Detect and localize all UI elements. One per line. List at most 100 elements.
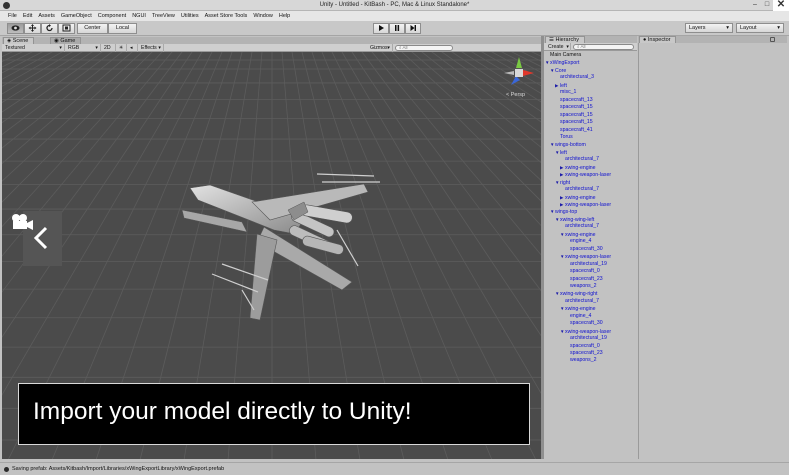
move-icon[interactable] xyxy=(24,23,41,34)
tab-hierarchy[interactable]: ☰ Hierarchy xyxy=(545,36,586,43)
hierarchy-item-label: spacecraft_15 xyxy=(560,104,593,111)
menu-file[interactable]: File xyxy=(5,11,20,21)
menu-treeview[interactable]: TreeView xyxy=(149,11,178,21)
pivot-local-button[interactable]: Local xyxy=(108,23,137,34)
step-icon[interactable] xyxy=(405,23,421,34)
hierarchy-item[interactable]: ▼xwing-weapon-laser xyxy=(560,328,611,335)
menu-assets[interactable]: Assets xyxy=(35,11,58,21)
lighting-toggle[interactable]: ✳ xyxy=(116,44,127,52)
hierarchy-item[interactable]: ▶ xwing-weapon-laser xyxy=(560,171,611,178)
hierarchy-item[interactable]: ▶ xwing-engine xyxy=(560,164,596,171)
hierarchy-item[interactable]: spacecraft_30 xyxy=(570,320,603,327)
hierarchy-item[interactable]: weapons_2 xyxy=(570,283,597,290)
hierarchy-item[interactable]: architectural_3 xyxy=(560,74,594,81)
search-icon: ⌕ xyxy=(577,44,580,49)
hierarchy-item[interactable]: Main Camera xyxy=(550,52,581,59)
hierarchy-item[interactable]: ▼xwing-engine xyxy=(560,305,596,312)
shading-mode-dropdown[interactable]: Textured ▾ xyxy=(2,44,65,52)
audio-toggle[interactable]: ◂ xyxy=(127,44,138,52)
hierarchy-item[interactable]: spacecraft_30 xyxy=(570,246,603,253)
search-icon: ⌕ xyxy=(399,45,402,50)
hierarchy-item-label: xwing-weapon-laser xyxy=(565,202,612,208)
minimize-button[interactable]: – xyxy=(749,0,761,11)
hierarchy-item[interactable]: architectural_7 xyxy=(565,223,599,230)
menu-ngui[interactable]: NGUI xyxy=(129,11,149,21)
hand-icon[interactable] xyxy=(7,23,24,34)
menu-help[interactable]: Help xyxy=(276,11,293,21)
menu-utilities[interactable]: Utilities xyxy=(178,11,202,21)
scale-icon[interactable] xyxy=(58,23,75,34)
hierarchy-item[interactable]: weapons_2 xyxy=(570,357,597,364)
caption-banner: Import your model directly to Unity! xyxy=(18,383,530,445)
hierarchy-item[interactable]: ▼xwing-engine xyxy=(560,231,596,238)
effects-dropdown[interactable]: Effects ▾ xyxy=(138,44,164,52)
menu-asset-store-tools[interactable]: Asset Store Tools xyxy=(202,11,251,21)
hierarchy-item[interactable]: spacecraft_15 xyxy=(560,112,593,119)
menu-window[interactable]: Window xyxy=(250,11,276,21)
hierarchy-item[interactable]: ▼right xyxy=(555,179,570,186)
scene-viewport[interactable]: < Persp Import your model directly to Un… xyxy=(2,52,541,459)
close-button[interactable]: ✕ xyxy=(773,0,789,11)
hierarchy-item-label: xwing-wing-left xyxy=(560,216,595,223)
hierarchy-item-label: spacecraft_23 xyxy=(570,275,603,282)
hierarchy-item[interactable]: spacecraft_15 xyxy=(560,119,593,126)
perspective-label[interactable]: < Persp xyxy=(506,92,525,98)
hierarchy-item[interactable]: ▼xwing-weapon-laser xyxy=(560,253,611,260)
hierarchy-item[interactable]: ▼wings-bottom xyxy=(550,141,586,148)
dropdown-arrow-icon: ▾ xyxy=(387,45,390,51)
render-mode-dropdown[interactable]: RGB ▾ xyxy=(65,44,101,52)
hierarchy-item-label: xwing-engine xyxy=(565,164,596,171)
2d-toggle[interactable]: 2D xyxy=(101,44,116,52)
hierarchy-item[interactable]: ▼wings-top xyxy=(550,208,577,215)
dropdown-arrow-icon: ▾ xyxy=(158,45,161,51)
hierarchy-item[interactable]: architectural_19 xyxy=(570,261,607,268)
tab-scene[interactable]: ◈ Scene xyxy=(3,37,35,44)
rotate-icon[interactable] xyxy=(41,23,58,34)
hierarchy-item[interactable]: ▼xwing-wing-right xyxy=(555,290,597,297)
hierarchy-item[interactable]: spacecraft_0 xyxy=(570,343,600,350)
hierarchy-item[interactable]: ▼left xyxy=(555,149,567,156)
play-icon[interactable] xyxy=(373,23,389,34)
scene-tab-strip: ◈ Scene ◉ Game xyxy=(2,37,541,44)
scene-search-input[interactable]: ⌕ All xyxy=(395,45,453,51)
hierarchy-item[interactable]: spacecraft_41 xyxy=(560,127,593,134)
hierarchy-item[interactable]: ▼Core xyxy=(550,67,566,74)
hierarchy-item[interactable]: engine_4 xyxy=(570,238,591,245)
hierarchy-item[interactable]: ▶ xwing-engine xyxy=(560,194,596,201)
hierarchy-item[interactable]: Torus xyxy=(560,134,573,141)
hierarchy-item[interactable]: misc_1 xyxy=(560,89,576,96)
hierarchy-item[interactable]: spacecraft_23 xyxy=(570,276,603,283)
pivot-center-button[interactable]: Center xyxy=(77,23,108,34)
orientation-gizmo[interactable] xyxy=(502,55,536,93)
hierarchy-item-label: xWingExport xyxy=(550,60,580,67)
hierarchy-item[interactable]: ▶ left xyxy=(555,82,567,89)
gizmos-dropdown[interactable]: Gizmos ▾ xyxy=(367,44,393,52)
maximize-button[interactable]: □ xyxy=(761,0,773,11)
hierarchy-item[interactable]: ▼xWingExport xyxy=(545,59,579,66)
menu-component[interactable]: Component xyxy=(95,11,129,21)
create-dropdown[interactable]: Create ▾ xyxy=(545,43,571,51)
hierarchy-search-input[interactable]: ⌕ All xyxy=(573,44,634,50)
layers-dropdown[interactable]: Layers ▾ xyxy=(685,23,733,33)
lock-icon[interactable] xyxy=(770,37,775,42)
hierarchy-item[interactable]: spacecraft_0 xyxy=(570,268,600,275)
tab-game[interactable]: ◉ Game xyxy=(50,37,82,44)
hierarchy-item[interactable]: architectural_19 xyxy=(570,335,607,342)
layout-dropdown[interactable]: Layout ▾ xyxy=(736,23,784,33)
hierarchy-item[interactable]: architectural_7 xyxy=(565,186,599,193)
menu-edit[interactable]: Edit xyxy=(20,11,35,21)
menu-gameobject[interactable]: GameObject xyxy=(58,11,95,21)
hierarchy-item[interactable]: ▼xwing-wing-left xyxy=(555,216,594,223)
hierarchy-item-label: architectural_19 xyxy=(570,260,607,267)
hierarchy-item[interactable]: ▶ xwing-weapon-laser xyxy=(560,201,611,208)
hierarchy-item[interactable]: architectural_7 xyxy=(565,298,599,305)
hierarchy-item[interactable]: spacecraft_13 xyxy=(560,97,593,104)
space-label: Local xyxy=(115,25,130,31)
hierarchy-item[interactable]: engine_4 xyxy=(570,313,591,320)
tab-inspector[interactable]: ● Inspector xyxy=(639,36,677,43)
hierarchy-item[interactable]: spacecraft_23 xyxy=(570,350,603,357)
hierarchy-item-label: architectural_7 xyxy=(565,186,600,193)
pause-icon[interactable] xyxy=(389,23,405,34)
hierarchy-item[interactable]: spacecraft_15 xyxy=(560,104,593,111)
hierarchy-item[interactable]: architectural_7 xyxy=(565,156,599,163)
